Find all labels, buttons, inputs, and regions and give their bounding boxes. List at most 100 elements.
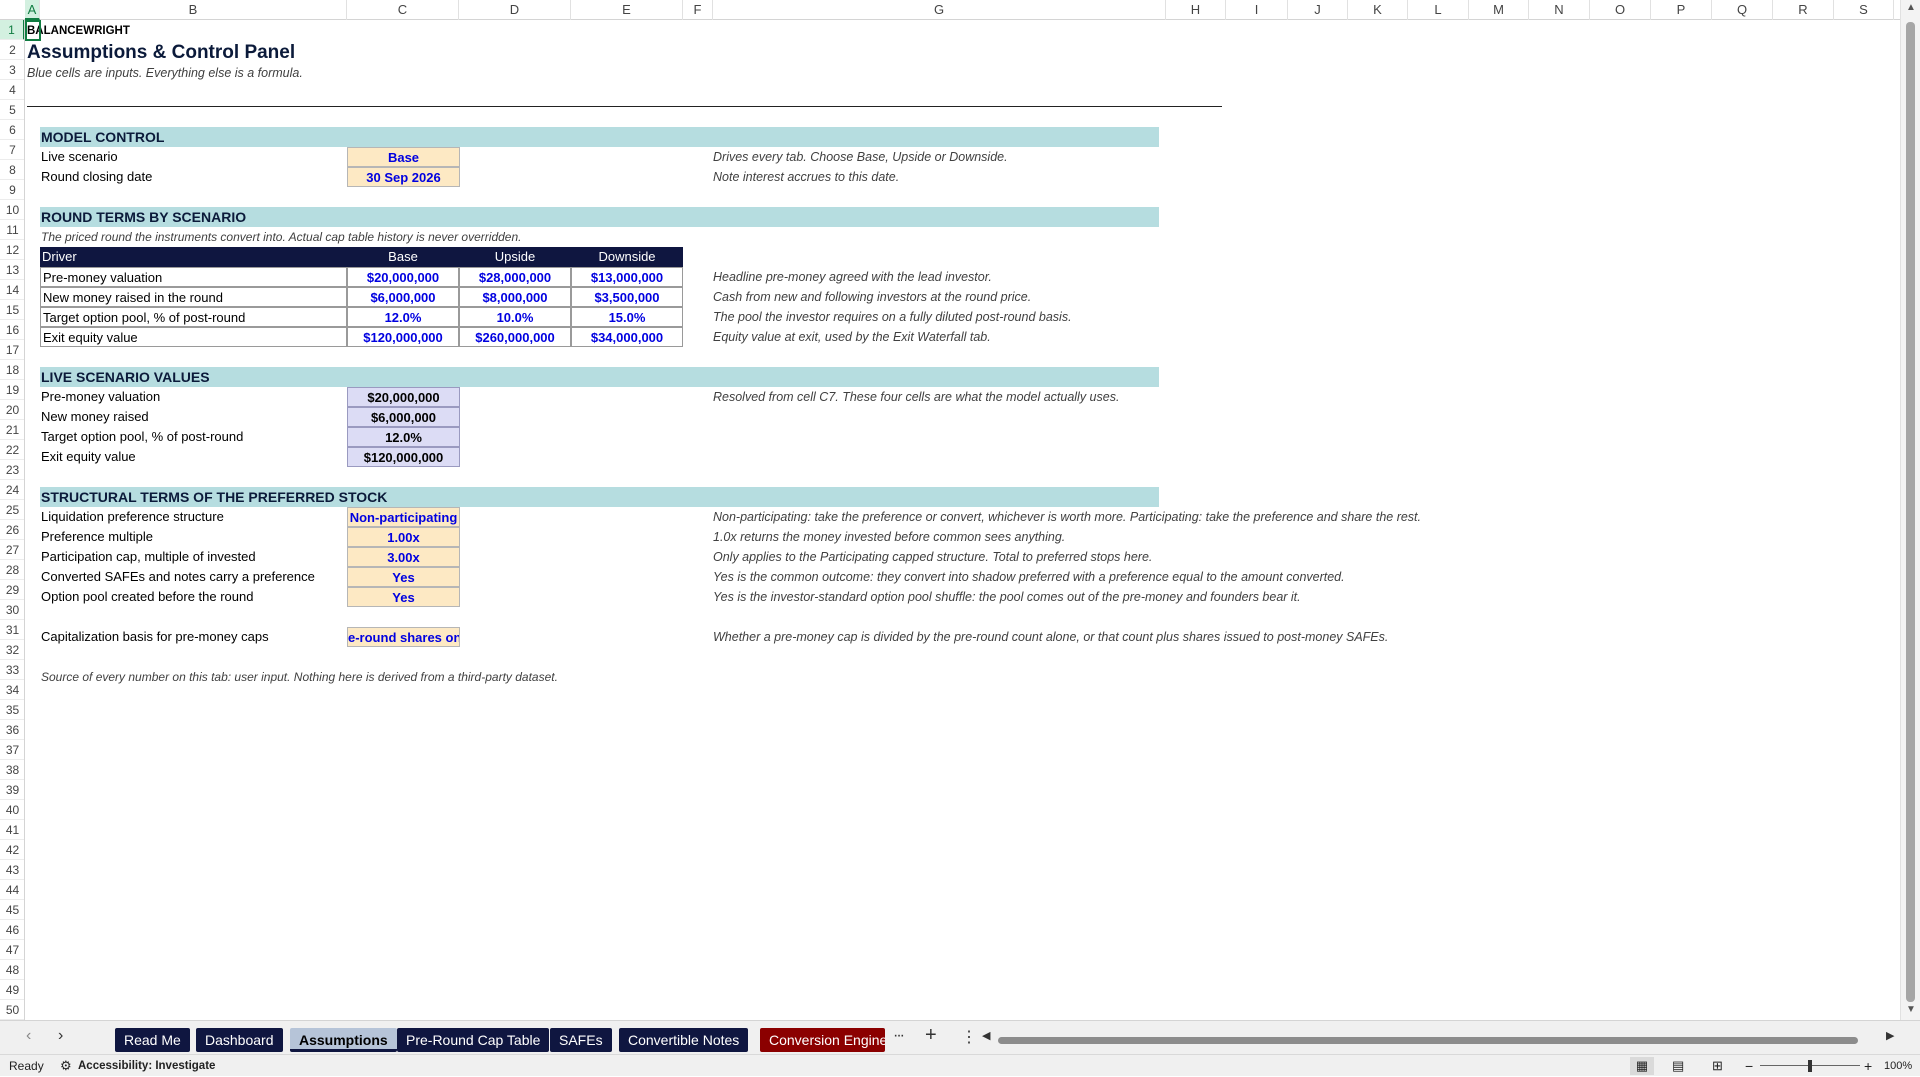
- column-header-a[interactable]: A: [25, 0, 40, 20]
- structural-term-input[interactable]: Non-participating: [347, 507, 460, 527]
- column-header-c[interactable]: C: [347, 0, 459, 20]
- row-header-9[interactable]: 9: [0, 180, 24, 200]
- row-header-39[interactable]: 39: [0, 780, 24, 800]
- structural-term-input[interactable]: Yes: [347, 567, 460, 587]
- row-header-36[interactable]: 36: [0, 720, 24, 740]
- row-header-1[interactable]: 1: [0, 20, 24, 40]
- row-header-10[interactable]: 10: [0, 200, 24, 220]
- round-terms-upside-input[interactable]: 10.0%: [459, 307, 571, 327]
- zoom-slider-thumb[interactable]: [1808, 1060, 1812, 1072]
- row-header-37[interactable]: 37: [0, 740, 24, 760]
- closing-date-input[interactable]: 30 Sep 2026: [347, 167, 460, 187]
- row-header-3[interactable]: 3: [0, 60, 24, 80]
- column-header-p[interactable]: P: [1651, 0, 1712, 20]
- live-value-cell[interactable]: $6,000,000: [347, 407, 460, 427]
- row-header-43[interactable]: 43: [0, 860, 24, 880]
- row-header-35[interactable]: 35: [0, 700, 24, 720]
- round-terms-downside-input[interactable]: $13,000,000: [571, 267, 683, 287]
- tab-assumptions[interactable]: Assumptions: [290, 1028, 397, 1052]
- column-header-r[interactable]: R: [1773, 0, 1834, 20]
- live-value-cell[interactable]: $120,000,000: [347, 447, 460, 467]
- vertical-scroll-thumb[interactable]: [1906, 22, 1915, 1002]
- row-header-31[interactable]: 31: [0, 620, 24, 640]
- row-header-14[interactable]: 14: [0, 280, 24, 300]
- round-terms-downside-input[interactable]: 15.0%: [571, 307, 683, 327]
- row-header-5[interactable]: 5: [0, 100, 24, 120]
- row-header-48[interactable]: 48: [0, 960, 24, 980]
- row-header-32[interactable]: 32: [0, 640, 24, 660]
- round-terms-base-input[interactable]: 12.0%: [347, 307, 459, 327]
- row-header-2[interactable]: 2: [0, 40, 24, 60]
- tab-dashboard[interactable]: Dashboard: [196, 1028, 283, 1052]
- row-header-22[interactable]: 22: [0, 440, 24, 460]
- horizontal-scroll-thumb[interactable]: [998, 1037, 1858, 1044]
- structural-term-input[interactable]: Yes: [347, 587, 460, 607]
- row-header-20[interactable]: 20: [0, 400, 24, 420]
- column-header-l[interactable]: L: [1408, 0, 1469, 20]
- row-header-15[interactable]: 15: [0, 300, 24, 320]
- row-header-4[interactable]: 4: [0, 80, 24, 100]
- row-header-45[interactable]: 45: [0, 900, 24, 920]
- round-terms-base-input[interactable]: $20,000,000: [347, 267, 459, 287]
- normal-view-icon[interactable]: ▦: [1630, 1057, 1654, 1075]
- cap-basis-input[interactable]: e-round shares only: [347, 627, 460, 647]
- column-header-g[interactable]: G: [713, 0, 1166, 20]
- row-header-6[interactable]: 6: [0, 120, 24, 140]
- column-header-b[interactable]: B: [40, 0, 347, 20]
- row-header-42[interactable]: 42: [0, 840, 24, 860]
- row-header-23[interactable]: 23: [0, 460, 24, 480]
- round-terms-upside-input[interactable]: $28,000,000: [459, 267, 571, 287]
- row-header-19[interactable]: 19: [0, 380, 24, 400]
- scroll-up-icon[interactable]: ▲: [1906, 2, 1916, 13]
- worksheet-grid[interactable]: BALANCEWRIGHT Assumptions & Control Pane…: [25, 20, 1900, 1020]
- row-header-24[interactable]: 24: [0, 480, 24, 500]
- row-header-28[interactable]: 28: [0, 560, 24, 580]
- live-value-cell[interactable]: 12.0%: [347, 427, 460, 447]
- active-cell-A1[interactable]: [25, 20, 41, 41]
- row-header-25[interactable]: 25: [0, 500, 24, 520]
- tab-prev-icon[interactable]: ‹: [26, 1027, 31, 1045]
- tab-read-me[interactable]: Read Me: [115, 1028, 190, 1052]
- column-header-d[interactable]: D: [459, 0, 571, 20]
- row-header-46[interactable]: 46: [0, 920, 24, 940]
- structural-term-input[interactable]: 1.00x: [347, 527, 460, 547]
- column-header-k[interactable]: K: [1348, 0, 1408, 20]
- row-header-44[interactable]: 44: [0, 880, 24, 900]
- page-layout-icon[interactable]: ▤: [1672, 1055, 1684, 1077]
- vertical-scrollbar[interactable]: ▲ ▼: [1900, 0, 1920, 1020]
- row-header-49[interactable]: 49: [0, 980, 24, 1000]
- live-scenario-input[interactable]: Base: [347, 147, 460, 167]
- row-header-30[interactable]: 30: [0, 600, 24, 620]
- round-terms-downside-input[interactable]: $3,500,000: [571, 287, 683, 307]
- tab-convertible-notes[interactable]: Convertible Notes: [619, 1028, 749, 1052]
- accessibility-icon[interactable]: ⚙: [60, 1055, 72, 1077]
- tab-next-icon[interactable]: ›: [58, 1027, 63, 1045]
- row-header-12[interactable]: 12: [0, 240, 24, 260]
- row-header-34[interactable]: 34: [0, 680, 24, 700]
- row-header-38[interactable]: 38: [0, 760, 24, 780]
- column-header-j[interactable]: J: [1288, 0, 1348, 20]
- column-header-s[interactable]: S: [1834, 0, 1894, 20]
- round-terms-upside-input[interactable]: $8,000,000: [459, 287, 571, 307]
- row-header-13[interactable]: 13: [0, 260, 24, 280]
- accessibility-status[interactable]: Accessibility: Investigate: [78, 1055, 215, 1077]
- row-header-50[interactable]: 50: [0, 1000, 24, 1020]
- column-header-o[interactable]: O: [1590, 0, 1651, 20]
- column-header-h[interactable]: H: [1166, 0, 1226, 20]
- column-header-f[interactable]: F: [683, 0, 713, 20]
- column-header-n[interactable]: N: [1529, 0, 1590, 20]
- round-terms-upside-input[interactable]: $260,000,000: [459, 327, 571, 347]
- row-header-7[interactable]: 7: [0, 140, 24, 160]
- row-header-17[interactable]: 17: [0, 340, 24, 360]
- hscroll-right-icon[interactable]: ▶: [1886, 1029, 1894, 1042]
- row-header-33[interactable]: 33: [0, 660, 24, 680]
- row-header-41[interactable]: 41: [0, 820, 24, 840]
- row-header-8[interactable]: 8: [0, 160, 24, 180]
- round-terms-base-input[interactable]: $6,000,000: [347, 287, 459, 307]
- row-header-26[interactable]: 26: [0, 520, 24, 540]
- structural-term-input[interactable]: 3.00x: [347, 547, 460, 567]
- tab-conversion-engine[interactable]: Conversion Engine: [760, 1028, 885, 1052]
- scroll-down-icon[interactable]: ▼: [1906, 1004, 1916, 1015]
- round-terms-base-input[interactable]: $120,000,000: [347, 327, 459, 347]
- add-sheet-icon[interactable]: +: [925, 1024, 937, 1047]
